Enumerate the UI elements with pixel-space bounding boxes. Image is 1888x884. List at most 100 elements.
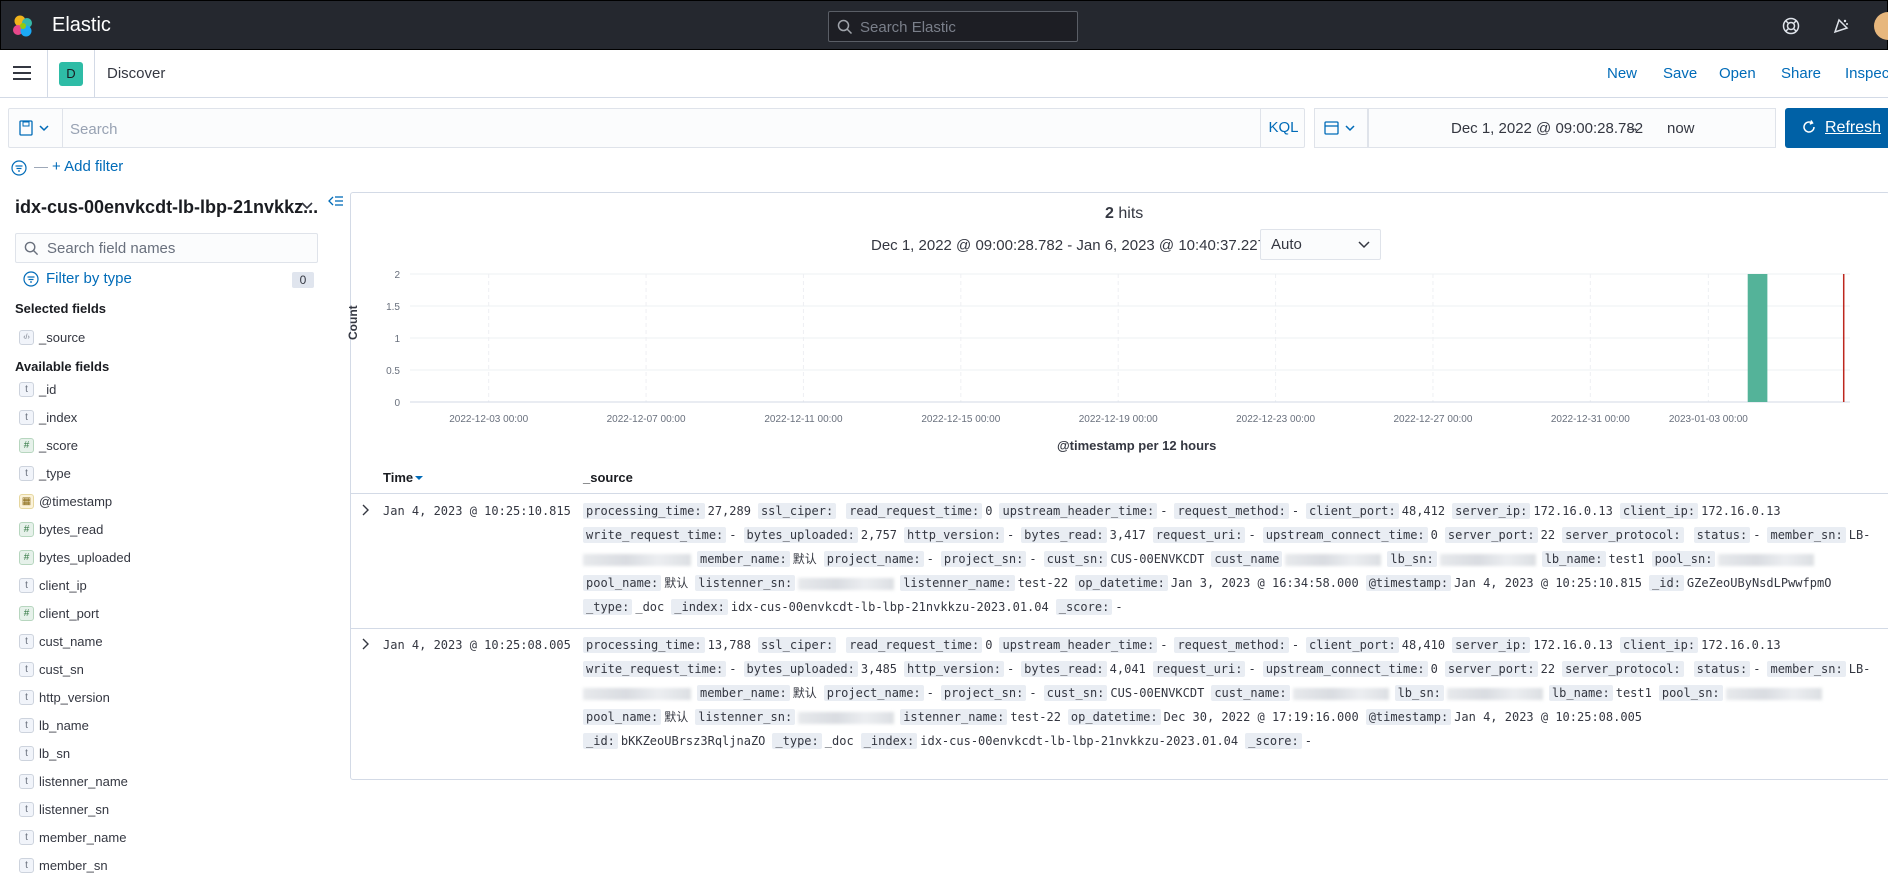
quick-date-picker-button[interactable] (1314, 108, 1368, 148)
redacted-value (1718, 553, 1815, 566)
source-field-value: - (1160, 504, 1168, 518)
redacted-value (798, 577, 895, 590)
chevron-down-icon[interactable] (300, 201, 314, 211)
source-field-key: istenner_name: (900, 709, 1008, 725)
field-search-placeholder: Search field names (47, 240, 176, 257)
source-line: member_name: 默认 project_name: - project_sn: -… (583, 683, 1828, 703)
source-field-key: _id: (1649, 575, 1684, 591)
field-name: lb_sn (39, 746, 71, 761)
source-field-value: 172.16.0.13 (1533, 638, 1613, 652)
source-field-value: 0 (985, 638, 993, 652)
query-language-button[interactable]: KQL (1260, 109, 1306, 147)
date-range-picker[interactable]: Dec 1, 2022 @ 09:00:28.782 → now (1368, 108, 1776, 148)
y-tick-label: 0.5 (386, 366, 400, 377)
source-field-key: _id: (583, 733, 618, 749)
source-field-value: 默认 (792, 686, 817, 700)
filter-icon[interactable] (11, 160, 27, 176)
saved-query-button[interactable] (9, 109, 63, 147)
source-field-value: _doc (824, 734, 854, 748)
source-field-value: Dec 30, 2022 @ 17:19:16.000 (1163, 710, 1359, 724)
refresh-button[interactable]: Refresh (1785, 108, 1888, 148)
y-tick-label: 2 (394, 270, 400, 281)
source-line: processing_time: 13,788 ssl_ciper: read_req… (583, 635, 1788, 655)
field-name: _type (39, 466, 71, 481)
redacted-value (1292, 687, 1389, 700)
source-field-value: - (729, 528, 737, 542)
source-field-value: - (1029, 686, 1037, 700)
end-date[interactable]: now (1667, 120, 1695, 137)
source-field-value: 0 (1430, 662, 1438, 676)
source-field-value: idx-cus-00envkcdt-lb-lbp-21nvkkzu-2023.0… (730, 600, 1049, 614)
user-avatar[interactable] (1874, 12, 1888, 40)
expand-row-icon[interactable] (361, 504, 371, 516)
help-icon[interactable] (1781, 16, 1801, 36)
field-name: member_name (39, 830, 127, 845)
source-line: member_name: 默认 project_name: - project_sn: -… (583, 549, 1820, 569)
global-search-input[interactable]: Search Elastic (828, 11, 1078, 42)
field-name: _id (39, 382, 57, 397)
table-header (350, 464, 1888, 494)
space-badge[interactable]: D (59, 62, 83, 86)
interval-select[interactable]: Auto (1260, 229, 1381, 260)
source-field-key: client_port: (1306, 503, 1399, 519)
brand-title[interactable]: Elastic (52, 14, 111, 37)
index-pattern-selector[interactable]: idx-cus-00envkcdt-lb-lbp-21nvkkz... (15, 197, 318, 218)
source-field-key: _score: (1055, 599, 1113, 615)
filter-by-type-button[interactable]: Filter by type (46, 270, 132, 287)
save-button[interactable]: Save (1663, 65, 1697, 82)
source-field-key: cust_sn: (1043, 685, 1108, 701)
source-field-key: http_version: (904, 661, 1004, 677)
row-timestamp: Jan 4, 2023 @ 10:25:10.815 (383, 504, 571, 518)
source-field-key: server_protocol: (1562, 527, 1684, 543)
refresh-icon (1803, 120, 1815, 133)
hits-label: hits (1118, 205, 1144, 222)
histogram-bar (1747, 274, 1768, 402)
field-name: _source (39, 330, 86, 345)
field-search-input[interactable]: Search field names (15, 233, 318, 263)
menu-icon[interactable] (13, 66, 31, 81)
field-name: member_sn (39, 858, 108, 873)
share-button[interactable]: Share (1781, 65, 1821, 82)
number-type-icon: # (19, 522, 34, 537)
source-field-value: - (1006, 662, 1015, 676)
x-axis-label: @timestamp per 12 hours (1057, 438, 1217, 453)
new-button[interactable]: New (1607, 65, 1637, 82)
source-field-key: bytes_read: (1021, 527, 1107, 543)
elastic-logo-icon[interactable] (11, 14, 35, 38)
field-name: client_ip (39, 578, 87, 593)
column-header-time[interactable]: Time (383, 470, 413, 485)
add-filter-button[interactable]: + Add filter (52, 158, 123, 175)
collapse-sidebar-icon[interactable] (328, 194, 344, 208)
source-field-value: LB- (1848, 528, 1871, 542)
query-input[interactable]: Search (70, 121, 118, 138)
y-tick-label: 1 (394, 334, 400, 345)
news-feed-icon[interactable] (1831, 16, 1851, 36)
source-line: write_request_time: - bytes_uploaded: 2,757… (583, 525, 1877, 545)
field-name: listenner_name (39, 774, 128, 789)
source-field-key: ssl_ciper: (757, 637, 837, 653)
source-field-key: bytes_uploaded: (743, 527, 858, 543)
open-button[interactable]: Open (1719, 65, 1756, 82)
source-field-value: 13,788 (707, 638, 751, 652)
source-field-value: 172.16.0.13 (1701, 504, 1781, 518)
source-field-key: request_uri: (1152, 527, 1246, 543)
global-search-placeholder: Search Elastic (860, 19, 956, 36)
x-tick-label: 2022-12-27 00:00 (1393, 414, 1472, 425)
number-type-icon: # (19, 606, 34, 621)
start-date[interactable]: Dec 1, 2022 @ 09:00:28.782 (1451, 120, 1643, 137)
redacted-value (583, 553, 691, 566)
source-field-key: pool_name: (583, 575, 662, 591)
sort-down-icon[interactable] (414, 474, 424, 482)
field-name: bytes_uploaded (39, 550, 131, 565)
expand-row-icon[interactable] (361, 638, 371, 650)
redacted-value (1439, 553, 1536, 566)
source-field-value: - (1248, 528, 1256, 542)
string-type-icon: t (19, 410, 34, 425)
histogram-chart[interactable]: 0 0.5 1 1.5 2 2022-12-03 00:00 2022-12-07 00:0… (355, 262, 1885, 432)
field-name: listenner_sn (39, 802, 110, 817)
inspect-button[interactable]: Inspect (1845, 65, 1888, 82)
source-field-key: processing_time: (583, 503, 705, 519)
breadcrumb[interactable]: Discover (107, 65, 165, 82)
source-field-value: - (1291, 638, 1300, 652)
filter-icon (23, 271, 39, 287)
